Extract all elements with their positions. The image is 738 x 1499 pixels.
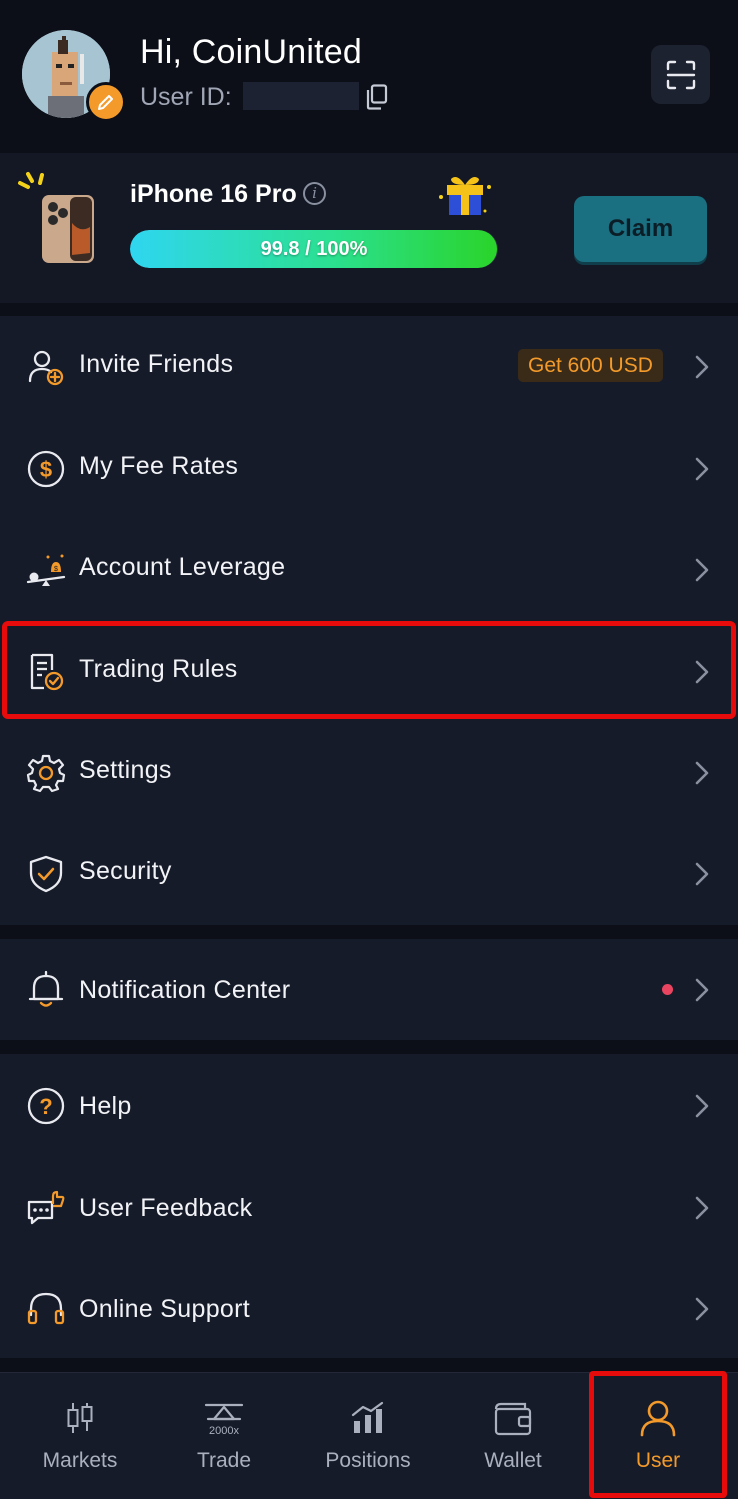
- bottom-tab-bar: Markets 2000x Trade Positions Wallet Use…: [0, 1372, 738, 1499]
- chevron-right-icon: [695, 978, 709, 1002]
- tab-wallet[interactable]: Wallet: [441, 1373, 585, 1499]
- chevron-right-icon: [695, 1297, 709, 1321]
- svg-text:?: ?: [39, 1094, 52, 1119]
- candlestick-icon: [67, 1403, 93, 1433]
- chevron-right-icon: [695, 1094, 709, 1118]
- feedback-icon: [27, 1190, 65, 1225]
- tab-trade[interactable]: 2000x Trade: [152, 1373, 296, 1499]
- menu-item-label: Invite Friends: [79, 350, 234, 378]
- svg-text:$: $: [40, 457, 52, 482]
- progress-bar: 99.8 / 100%: [130, 230, 498, 268]
- wallet-icon: [494, 1402, 532, 1436]
- menu-item-fee-rates[interactable]: $ My Fee Rates: [0, 418, 738, 519]
- user-id-label: User ID:: [140, 83, 232, 111]
- shield-check-icon: [29, 855, 63, 893]
- promo-card: iPhone 16 Pro i 99.8 / 100% Claim: [0, 153, 738, 303]
- tab-user[interactable]: User: [586, 1373, 730, 1499]
- promo-title: iPhone 16 Pro: [130, 180, 297, 208]
- user-icon: [640, 1400, 676, 1437]
- tab-label: Positions: [325, 1449, 411, 1472]
- menu-item-help[interactable]: ? Help: [0, 1054, 738, 1155]
- gift-icon: [439, 177, 491, 215]
- svg-text:$: $: [54, 566, 58, 573]
- bell-icon: [28, 970, 64, 1007]
- menu-item-label: Online Support: [79, 1295, 250, 1323]
- tab-positions[interactable]: Positions: [296, 1373, 440, 1499]
- menu-item-label: Security: [79, 857, 172, 885]
- menu-item-security[interactable]: Security: [0, 823, 738, 924]
- claim-button[interactable]: Claim: [574, 196, 707, 262]
- chevron-right-icon: [695, 660, 709, 684]
- profile-header: Hi, CoinUnited User ID:: [0, 0, 738, 153]
- bar-chart-icon: [351, 1401, 384, 1433]
- chevron-right-icon: [695, 558, 709, 582]
- menu-item-trading-rules[interactable]: Trading Rules: [0, 621, 738, 722]
- gear-icon: [26, 754, 66, 793]
- menu-item-invite-friends[interactable]: Invite Friends Get 600 USD: [0, 316, 738, 417]
- tab-label: User: [635, 1449, 681, 1472]
- headset-icon: [27, 1292, 65, 1325]
- edit-avatar-button[interactable]: [86, 82, 126, 122]
- menu-item-label: Account Leverage: [79, 553, 286, 581]
- add-user-icon: [28, 350, 64, 386]
- unread-dot: [662, 984, 673, 995]
- menu-item-account-leverage[interactable]: $ Account Leverage: [0, 519, 738, 620]
- menu-item-user-feedback[interactable]: User Feedback: [0, 1156, 738, 1257]
- menu-item-notification-center[interactable]: Notification Center: [0, 939, 738, 1040]
- menu-item-online-support[interactable]: Online Support: [0, 1257, 738, 1358]
- menu-item-label: User Feedback: [79, 1194, 253, 1222]
- chevron-right-icon: [695, 1196, 709, 1220]
- progress-text: 99.8 / 100%: [260, 238, 368, 260]
- trade-leverage-text: 2000x: [209, 1425, 239, 1437]
- info-icon[interactable]: i: [303, 182, 326, 205]
- account-menu-section: Invite Friends Get 600 USD $ My Fee Rate…: [0, 316, 738, 925]
- leverage-scale-icon: $: [26, 554, 66, 586]
- tab-label: Markets: [42, 1449, 118, 1472]
- chevron-right-icon: [695, 862, 709, 886]
- phone-image: [42, 195, 94, 263]
- menu-item-label: My Fee Rates: [79, 452, 239, 480]
- tab-label: Trade: [196, 1449, 252, 1472]
- user-id-value: [243, 82, 359, 110]
- support-section: ? Help User Feedback Online Support: [0, 1054, 738, 1358]
- dollar-coin-icon: $: [27, 450, 65, 488]
- scan-icon: [666, 60, 695, 89]
- menu-item-label: Help: [79, 1092, 132, 1120]
- question-icon: ?: [27, 1087, 65, 1125]
- leverage-icon: 2000x: [204, 1403, 244, 1437]
- tab-markets[interactable]: Markets: [8, 1373, 152, 1499]
- chevron-right-icon: [695, 457, 709, 481]
- menu-item-label: Trading Rules: [79, 655, 238, 683]
- menu-item-label: Notification Center: [79, 976, 291, 1004]
- tab-label: Wallet: [484, 1449, 542, 1472]
- reward-badge: Get 600 USD: [518, 349, 663, 382]
- document-check-icon: [30, 653, 64, 691]
- copy-icon[interactable]: [366, 84, 388, 110]
- greeting-title: Hi, CoinUnited: [140, 33, 363, 71]
- chevron-right-icon: [695, 355, 709, 379]
- scan-button[interactable]: [651, 45, 710, 104]
- menu-item-label: Settings: [79, 756, 172, 784]
- menu-item-settings[interactable]: Settings: [0, 722, 738, 823]
- edit-icon: [98, 95, 113, 110]
- notification-section: Notification Center: [0, 939, 738, 1040]
- chevron-right-icon: [695, 761, 709, 785]
